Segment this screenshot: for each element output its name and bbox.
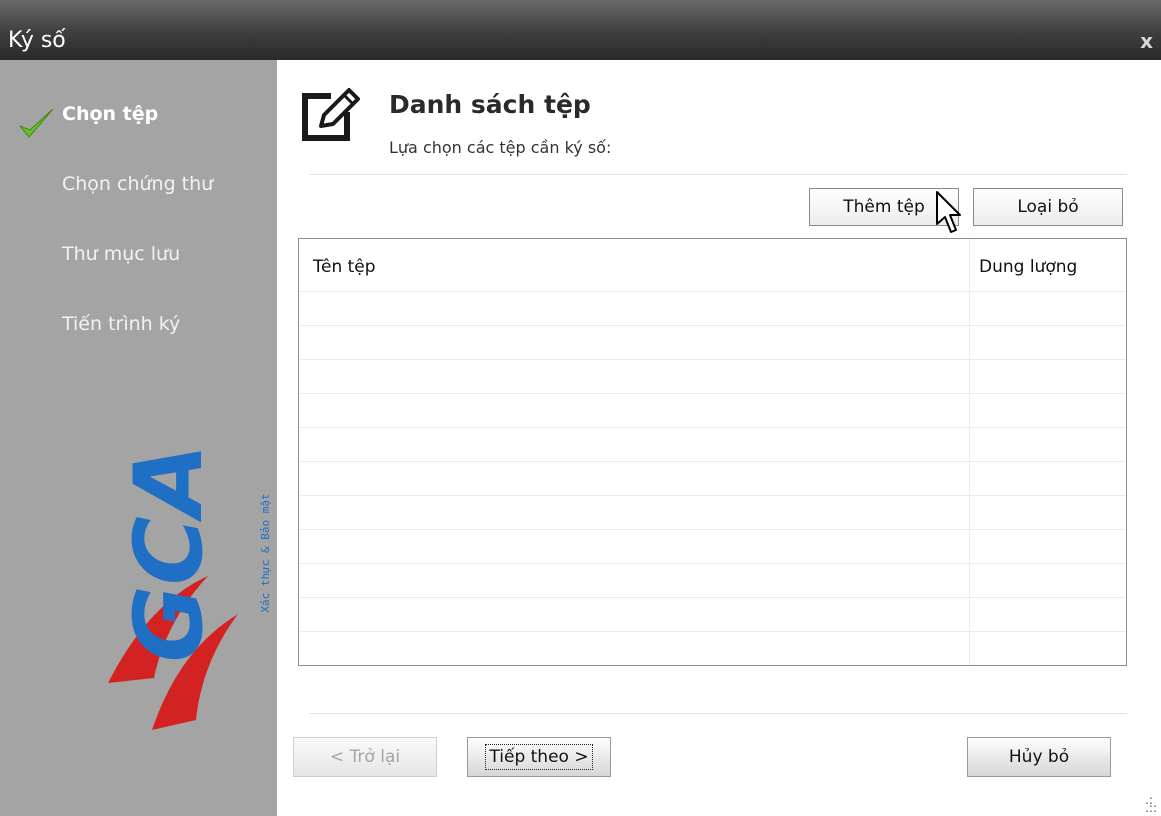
- edit-icon: [302, 88, 360, 141]
- table-row-line: [299, 529, 1126, 530]
- wizard-sidebar: Chọn tệp Chọn chứng thư Thư mục lưu Tiến…: [0, 60, 277, 816]
- table-row-line: [299, 291, 1126, 292]
- page-subtitle: Lựa chọn các tệp cần ký số:: [389, 138, 612, 157]
- title-bar: Ký số x: [0, 0, 1161, 60]
- column-divider: [969, 239, 970, 665]
- remove-file-button[interactable]: Loại bỏ: [973, 188, 1123, 226]
- close-button[interactable]: x: [1140, 28, 1153, 54]
- file-table[interactable]: Tên tệp Dung lượng: [298, 238, 1127, 666]
- checkmark-icon: [19, 108, 54, 138]
- table-row-line: [299, 325, 1126, 326]
- mouse-cursor-icon: [936, 191, 961, 233]
- step-choose-certificate: Chọn chứng thư: [62, 173, 214, 195]
- footer-divider: [309, 713, 1127, 715]
- table-row-line: [299, 495, 1126, 496]
- table-row-line: [299, 631, 1126, 632]
- window-title: Ký số: [8, 28, 66, 53]
- table-row-line: [299, 461, 1126, 462]
- header-divider: [309, 174, 1127, 176]
- vgca-logo: GCA Xác thực & Bảo mật: [108, 444, 272, 730]
- column-header-size: Dung lượng: [979, 257, 1078, 277]
- back-button[interactable]: < Trở lại: [293, 737, 437, 777]
- table-row-line: [299, 393, 1126, 394]
- table-row-line: [299, 597, 1126, 598]
- resize-grip-icon[interactable]: .:.::: [1145, 794, 1157, 814]
- table-row-line: [299, 427, 1126, 428]
- column-header-file-name: Tên tệp: [313, 257, 376, 277]
- svg-text:GCA: GCA: [115, 444, 224, 663]
- cancel-button[interactable]: Hủy bỏ: [967, 737, 1111, 777]
- step-signing-progress: Tiến trình ký: [62, 313, 181, 335]
- table-row-line: [299, 359, 1126, 360]
- step-save-folder: Thư mục lưu: [62, 243, 181, 265]
- next-button[interactable]: Tiếp theo >: [467, 737, 611, 777]
- page-title: Danh sách tệp: [389, 90, 591, 119]
- main-panel: Danh sách tệp Lựa chọn các tệp cần ký số…: [277, 60, 1161, 816]
- step-choose-file: Chọn tệp: [62, 103, 159, 125]
- logo-tagline: Xác thực & Bảo mật: [259, 493, 272, 612]
- table-row-line: [299, 563, 1126, 564]
- table-header: Tên tệp Dung lượng: [299, 239, 1126, 291]
